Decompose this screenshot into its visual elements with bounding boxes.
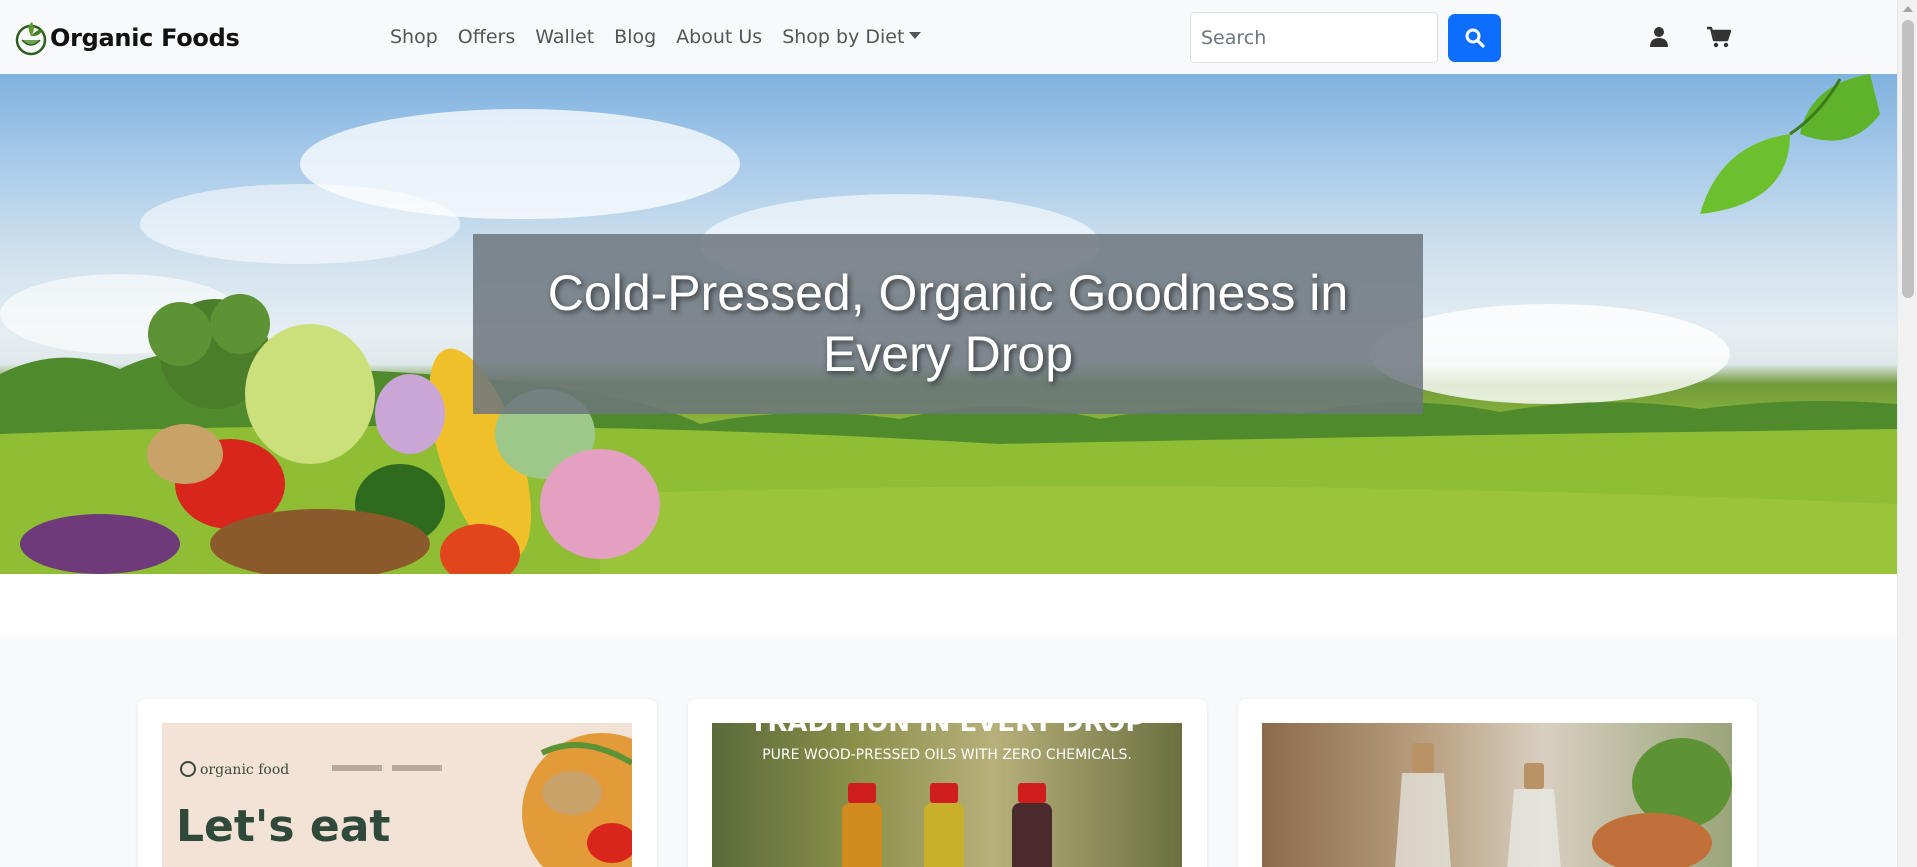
promo-card-1[interactable]: organic food Let's eat [138,699,657,867]
caret-down-icon [909,32,922,39]
nav-shop-by-diet-dropdown[interactable]: Shop by Diet [772,26,931,48]
leaf-bowl-logo-icon [15,22,47,56]
hero-banner: Cold-Pressed, Organic Goodness in Every … [0,74,1897,574]
hero-caption-box: Cold-Pressed, Organic Goodness in Every … [473,234,1423,414]
scrollbar-thumb[interactable] [1902,20,1914,298]
card-2-subline: PURE WOOD-PRESSED OILS WITH ZERO CHEMICA… [762,747,1132,763]
nav-offers[interactable]: Offers [448,26,525,48]
search-icon [1465,28,1485,48]
nav-shop-by-diet-label: Shop by Diet [782,26,905,48]
nav-wallet[interactable]: Wallet [525,26,604,48]
search-button[interactable] [1448,14,1501,62]
top-navbar: Organic Foods Shop Offers Wallet Blog Ab… [0,0,1897,74]
user-icon[interactable] [1648,26,1670,48]
brand-link[interactable]: Organic Foods [14,18,240,58]
card-image-wood-pressed-oils: TRADITION IN EVERY DROP PURE WOOD-PRESSE… [712,723,1182,867]
cart-icon[interactable] [1706,26,1732,48]
scroll-up-arrow-icon[interactable] [1903,6,1913,12]
main-nav: Shop Offers Wallet Blog About Us Shop by… [380,0,931,74]
page-scrollbar[interactable] [1897,0,1917,867]
card-image-organic-food: organic food Let's eat [162,723,632,867]
card-1-headline: Let's eat [176,801,390,852]
nav-blog[interactable]: Blog [604,26,666,48]
section-spacer [0,574,1897,637]
hero-title: Cold-Pressed, Organic Goodness in Every … [547,265,1349,382]
card-1-brand-text: organic food [200,762,289,778]
promo-card-3[interactable] [1238,699,1757,867]
search-input[interactable] [1190,12,1438,63]
nav-about-us[interactable]: About Us [666,26,772,48]
nav-shop[interactable]: Shop [380,26,448,48]
promo-card-2[interactable]: TRADITION IN EVERY DROP PURE WOOD-PRESSE… [688,699,1207,867]
card-2-headline: TRADITION IN EVERY DROP [750,723,1145,738]
card-image-oil-bottles [1262,723,1732,867]
brand-name: Organic Foods [50,24,240,52]
